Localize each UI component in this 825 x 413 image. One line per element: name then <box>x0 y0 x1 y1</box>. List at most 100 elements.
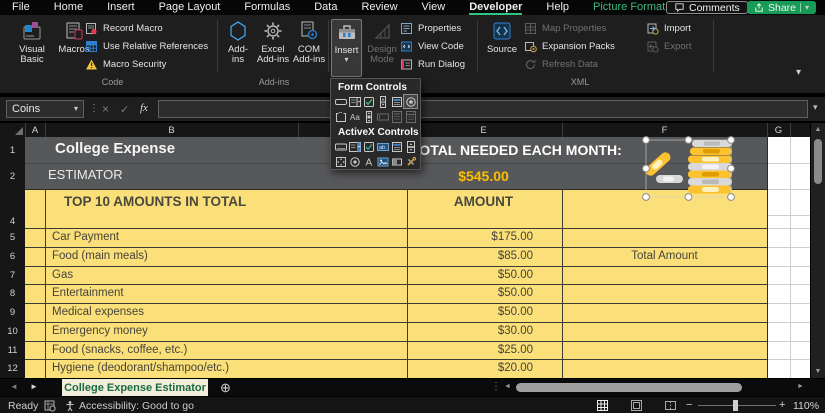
source-button[interactable]: Source <box>484 19 520 55</box>
view-code-button[interactable]: View Code <box>400 39 464 54</box>
vertical-scrollbar-thumb[interactable] <box>814 139 822 184</box>
row-header-5[interactable]: 5 <box>0 228 25 247</box>
activex-command-button-icon[interactable] <box>334 140 347 153</box>
name-box[interactable]: Coins ▾ <box>6 100 84 118</box>
row-header-6[interactable]: 6 <box>0 247 25 266</box>
table-row[interactable]: Emergency money $30.00 <box>45 322 767 341</box>
next-sheet-icon[interactable]: ► <box>30 382 38 391</box>
sheet-title-cell[interactable]: College Expense <box>55 140 175 157</box>
record-macro-button[interactable]: Record Macro <box>85 21 163 36</box>
row-header-12[interactable]: 12 <box>0 359 25 378</box>
hscroll-left-icon[interactable]: ◄ <box>504 383 511 390</box>
activex-check-box-icon[interactable] <box>362 140 375 153</box>
vertical-scrollbar[interactable]: ▲ ▼ <box>810 123 825 378</box>
activex-image-icon[interactable] <box>376 155 389 168</box>
column-header-A[interactable]: A <box>25 123 45 137</box>
tab-formulas[interactable]: Formulas <box>244 0 290 15</box>
activex-option-button-icon[interactable] <box>348 155 361 168</box>
activex-spin-button-icon[interactable] <box>404 140 417 153</box>
import-button[interactable]: Import <box>646 21 691 36</box>
column-header-B[interactable]: B <box>45 123 298 137</box>
form-group-box-icon[interactable] <box>334 110 347 123</box>
chevron-down-icon[interactable]: ▾ <box>74 105 78 113</box>
activex-text-box-icon[interactable]: ab <box>376 140 389 153</box>
row-header-10[interactable]: 10 <box>0 322 25 341</box>
hscroll-right-icon[interactable]: ► <box>797 383 804 390</box>
horizontal-scrollbar-thumb[interactable] <box>516 383 742 392</box>
expense-name-cell[interactable]: Gas <box>52 266 73 284</box>
form-check-box-icon[interactable] <box>362 95 375 108</box>
new-sheet-button[interactable]: ⊕ <box>220 380 231 396</box>
sheet-tab-active[interactable]: College Expense Estimator <box>62 379 208 396</box>
scroll-up-icon[interactable]: ▲ <box>811 126 825 133</box>
table-row[interactable]: Hygiene (deodorant/shampoo/etc.)$20.00 <box>45 359 767 378</box>
sheet-subtitle-cell[interactable]: ESTIMATOR <box>48 167 123 182</box>
tab-review[interactable]: Review <box>361 0 397 15</box>
expense-name-cell[interactable]: Food (snacks, coffee, etc.) <box>52 341 187 359</box>
amount-header-cell[interactable]: AMOUNT <box>405 194 562 209</box>
tab-developer[interactable]: Developer <box>469 0 522 15</box>
expense-name-cell[interactable]: Emergency money <box>52 322 148 341</box>
zoom-level-label[interactable]: 110% <box>793 400 819 412</box>
comments-button[interactable]: Comments <box>666 1 748 14</box>
scroll-down-icon[interactable]: ▼ <box>811 368 825 375</box>
zoom-slider-thumb[interactable] <box>733 400 738 411</box>
table-row[interactable]: Food (snacks, coffee, etc.) $25.00 <box>45 341 767 359</box>
chevron-down-icon[interactable]: ▾ <box>805 4 809 12</box>
expense-amount-cell[interactable]: $50.00 <box>407 266 562 284</box>
row-header-7[interactable]: 7 <box>0 266 25 284</box>
expense-name-cell[interactable]: Hygiene (deodorant/shampoo/etc.) <box>52 359 229 378</box>
activex-combo-box-icon[interactable] <box>348 140 361 153</box>
table-row[interactable]: Entertainment $50.00 <box>45 284 767 303</box>
form-list-box-icon[interactable] <box>390 95 403 108</box>
com-add-ins-button[interactable]: COM Add-ins <box>292 19 326 65</box>
row-header-8[interactable]: 8 <box>0 284 25 303</box>
expand-formula-bar-chevron-icon[interactable]: ▾ <box>813 102 818 113</box>
form-label-icon[interactable]: Aa <box>348 110 361 123</box>
expense-name-cell[interactable]: Entertainment <box>52 284 124 303</box>
column-header-G[interactable]: G <box>767 123 790 137</box>
run-dialog-button[interactable]: Run Dialog <box>400 57 465 72</box>
total-value-cell[interactable]: $545.00 <box>405 163 562 189</box>
table-row[interactable]: Car Payment $175.00 <box>45 228 767 247</box>
normal-view-icon[interactable] <box>596 399 609 412</box>
expense-name-cell[interactable]: Food (main meals) <box>52 247 148 266</box>
previous-sheet-icon[interactable]: ◄ <box>10 382 18 391</box>
tab-view[interactable]: View <box>422 0 446 15</box>
tab-page-layout[interactable]: Page Layout <box>159 0 221 15</box>
expense-amount-cell[interactable]: $175.00 <box>407 228 562 247</box>
tab-file[interactable]: File <box>12 0 30 15</box>
visual-basic-button[interactable]: Visual Basic <box>12 19 52 65</box>
row-header-3[interactable] <box>0 189 25 215</box>
activex-more-controls-icon[interactable] <box>404 155 417 168</box>
tab-insert[interactable]: Insert <box>107 0 135 15</box>
expense-name-cell[interactable]: Medical expenses <box>52 303 144 322</box>
expense-amount-cell[interactable]: $25.00 <box>407 341 562 359</box>
table-row[interactable]: Medical expenses$50.00 <box>45 303 767 322</box>
row-header-4[interactable]: 4 <box>0 215 25 228</box>
tab-home[interactable]: Home <box>54 0 83 15</box>
tab-help[interactable]: Help <box>546 0 569 15</box>
share-button[interactable]: Share ▾ <box>747 1 816 14</box>
expansion-packs-button[interactable]: Expansion Packs <box>524 39 615 54</box>
form-button-icon[interactable] <box>334 95 347 108</box>
total-needed-label-cell[interactable]: TOTAL NEEDED EACH MONTH: <box>411 142 622 158</box>
formula-bar-grip-dots[interactable]: ⋮ <box>89 103 99 114</box>
coins-picture[interactable] <box>630 128 745 206</box>
table-row[interactable]: Food (main meals)$85.00 <box>45 247 767 266</box>
zoom-in-button[interactable]: + <box>779 399 785 411</box>
page-layout-view-icon[interactable] <box>630 399 643 412</box>
row-header-1[interactable]: 1 <box>0 137 25 163</box>
add-ins-button[interactable]: Add-ins <box>222 19 254 65</box>
activex-list-box-icon[interactable] <box>390 140 403 153</box>
form-spin-button-icon[interactable] <box>376 95 389 108</box>
expense-name-cell[interactable]: Car Payment <box>52 228 119 247</box>
insert-controls-button[interactable]: Insert ▾ <box>331 19 362 77</box>
activex-toggle-button-icon[interactable] <box>390 155 403 168</box>
expense-amount-cell[interactable]: $30.00 <box>407 322 562 341</box>
form-option-button-icon[interactable] <box>404 95 417 108</box>
expense-amount-cell[interactable]: $50.00 <box>407 284 562 303</box>
column-header-E[interactable]: E <box>405 123 562 137</box>
macro-record-icon[interactable] <box>44 400 56 412</box>
row-header-11[interactable]: 11 <box>0 341 25 359</box>
